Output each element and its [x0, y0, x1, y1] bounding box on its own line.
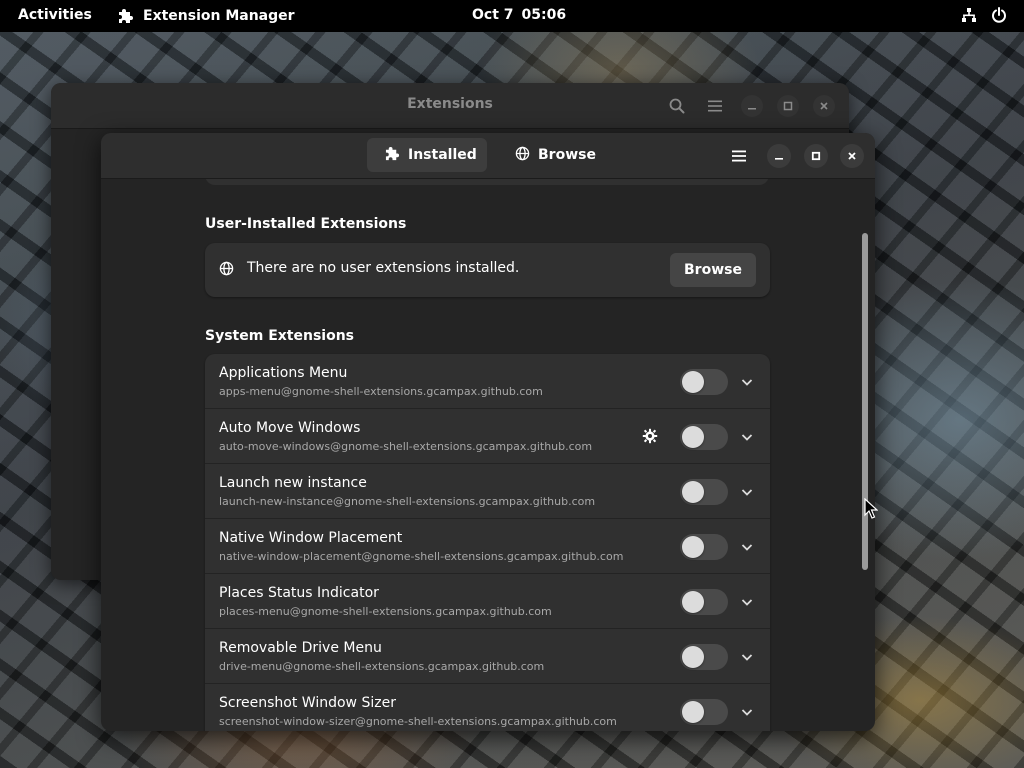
app-menu[interactable]: Extension Manager	[117, 7, 295, 25]
extension-name: Screenshot Window Sizer	[219, 695, 396, 711]
puzzle-icon	[385, 146, 400, 165]
extension-uuid: places-menu@gnome-shell-extensions.gcamp…	[219, 605, 552, 618]
extension-uuid: apps-menu@gnome-shell-extensions.gcampax…	[219, 385, 543, 398]
extension-name: Native Window Placement	[219, 530, 403, 546]
browse-button[interactable]: Browse	[670, 253, 756, 287]
menu-icon[interactable]	[727, 144, 751, 168]
chevron-down-icon[interactable]	[738, 703, 756, 721]
globe-icon	[515, 146, 530, 165]
extension-toggle[interactable]	[680, 644, 728, 670]
previous-card-edge	[205, 179, 769, 185]
toggle-knob	[682, 481, 704, 503]
extension-row[interactable]: Auto Move Windows auto-move-windows@gnom…	[205, 409, 770, 464]
mouse-cursor-icon	[864, 498, 878, 519]
toggle-knob	[682, 426, 704, 448]
search-icon[interactable]	[665, 94, 689, 118]
close-icon[interactable]	[840, 144, 864, 168]
extension-name: Places Status Indicator	[219, 585, 379, 601]
extension-toggle[interactable]	[680, 424, 728, 450]
extension-row[interactable]: Launch new instance launch-new-instance@…	[205, 464, 770, 519]
extension-manager-window[interactable]: Installed Browse User-Installed Extensio…	[101, 133, 875, 731]
chevron-down-icon[interactable]	[738, 648, 756, 666]
extension-uuid: launch-new-instance@gnome-shell-extensio…	[219, 495, 596, 508]
toggle-knob	[682, 591, 704, 613]
extension-name: Applications Menu	[219, 365, 348, 381]
extension-uuid: screenshot-window-sizer@gnome-shell-exte…	[219, 715, 617, 728]
toggle-knob	[682, 536, 704, 558]
extension-name: Removable Drive Menu	[219, 640, 382, 656]
extension-uuid: drive-menu@gnome-shell-extensions.gcampa…	[219, 660, 545, 673]
extension-toggle[interactable]	[680, 699, 728, 725]
extension-uuid: native-window-placement@gnome-shell-exte…	[219, 550, 624, 563]
toggle-knob	[682, 646, 704, 668]
tab-browse-label: Browse	[538, 147, 596, 163]
toggle-knob	[682, 371, 704, 393]
top-bar: Activities Extension Manager Oct 7 05:06	[0, 0, 1024, 32]
empty-message: There are no user extensions installed.	[247, 260, 520, 276]
extension-row[interactable]: Places Status Indicator places-menu@gnom…	[205, 574, 770, 629]
chevron-down-icon[interactable]	[738, 593, 756, 611]
toggle-knob	[682, 701, 704, 723]
user-extensions-title: User-Installed Extensions	[205, 216, 407, 232]
user-extensions-empty-card: There are no user extensions installed. …	[205, 243, 770, 297]
extension-row[interactable]: Removable Drive Menu drive-menu@gnome-sh…	[205, 629, 770, 684]
extension-toggle[interactable]	[680, 479, 728, 505]
globe-icon	[219, 261, 235, 277]
tab-installed[interactable]: Installed	[367, 138, 487, 172]
window-header-bar: Installed Browse	[101, 133, 875, 179]
maximize-icon[interactable]	[804, 144, 828, 168]
extension-row[interactable]: Native Window Placement native-window-pl…	[205, 519, 770, 574]
system-status-area[interactable]	[960, 6, 1008, 24]
chevron-down-icon[interactable]	[738, 373, 756, 391]
app-name: Extension Manager	[143, 8, 295, 24]
chevron-down-icon[interactable]	[738, 538, 756, 556]
back-window-header: Extensions	[51, 83, 849, 129]
extension-toggle[interactable]	[680, 534, 728, 560]
system-extensions-list: Applications Menu apps-menu@gnome-shell-…	[205, 354, 770, 731]
extension-toggle[interactable]	[680, 589, 728, 615]
clock-date: Oct 7	[472, 7, 514, 23]
minimize-icon[interactable]	[741, 95, 763, 117]
chevron-down-icon[interactable]	[738, 483, 756, 501]
extension-uuid: auto-move-windows@gnome-shell-extensions…	[219, 440, 593, 453]
chevron-down-icon[interactable]	[738, 428, 756, 446]
system-extensions-title: System Extensions	[205, 328, 354, 344]
back-window-controls	[665, 94, 835, 118]
installed-page[interactable]: User-Installed Extensions There are no u…	[101, 179, 875, 731]
extension-row[interactable]: Screenshot Window Sizer screenshot-windo…	[205, 684, 770, 731]
activities-button[interactable]: Activities	[18, 7, 92, 23]
extension-toggle[interactable]	[680, 369, 728, 395]
extension-name: Auto Move Windows	[219, 420, 361, 436]
gear-icon[interactable]	[641, 427, 659, 445]
clock-time: 05:06	[521, 7, 567, 23]
network-icon[interactable]	[960, 6, 978, 24]
extension-row[interactable]: Applications Menu apps-menu@gnome-shell-…	[205, 354, 770, 409]
puzzle-icon	[117, 7, 135, 25]
tab-browse[interactable]: Browse	[497, 138, 597, 172]
extension-name: Launch new instance	[219, 475, 367, 491]
clock[interactable]: Oct 7 05:06	[472, 7, 566, 23]
menu-icon[interactable]	[703, 94, 727, 118]
power-icon[interactable]	[990, 6, 1008, 24]
close-icon[interactable]	[813, 95, 835, 117]
maximize-icon[interactable]	[777, 95, 799, 117]
tab-installed-label: Installed	[408, 147, 477, 163]
minimize-icon[interactable]	[767, 144, 791, 168]
